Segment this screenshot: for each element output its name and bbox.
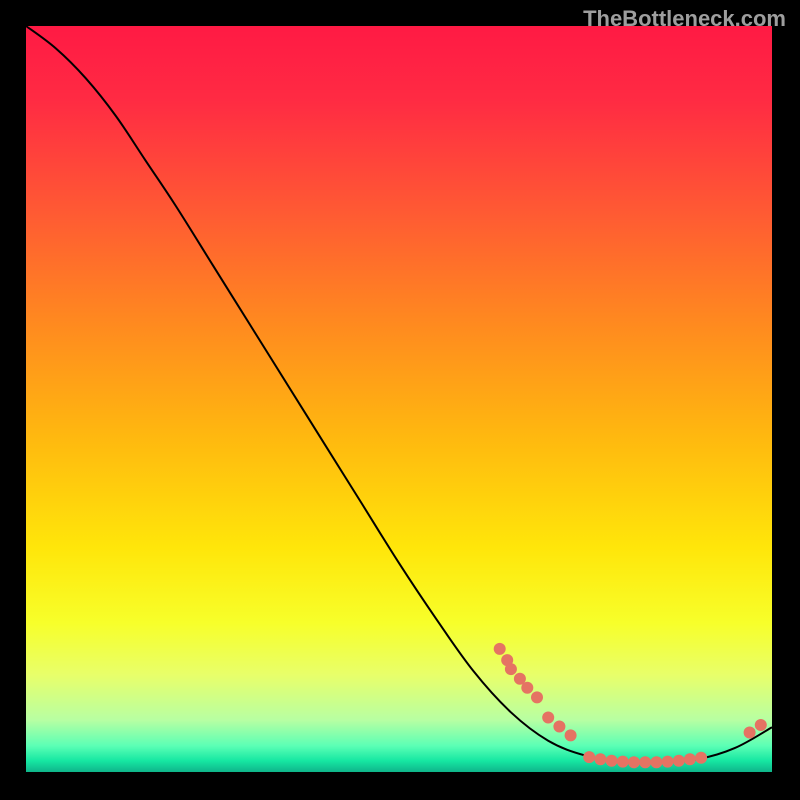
data-point <box>583 751 595 763</box>
data-point <box>617 756 629 768</box>
data-point <box>542 712 554 724</box>
gradient-background <box>26 26 772 772</box>
data-point <box>744 727 756 739</box>
data-point <box>521 682 533 694</box>
chart-stage: TheBottleneck.com <box>0 0 800 800</box>
data-point <box>531 691 543 703</box>
data-point <box>650 756 662 768</box>
watermark-label: TheBottleneck.com <box>583 6 786 32</box>
data-point <box>662 756 674 768</box>
data-point <box>553 721 565 733</box>
data-point <box>673 755 685 767</box>
data-point <box>565 729 577 741</box>
data-point <box>494 643 506 655</box>
data-point <box>695 752 707 764</box>
data-point <box>755 719 767 731</box>
data-point <box>684 753 696 765</box>
data-point <box>639 756 651 768</box>
data-point <box>594 753 606 765</box>
data-point <box>606 755 618 767</box>
data-point <box>628 756 640 768</box>
data-point <box>505 663 517 675</box>
bottleneck-chart <box>0 0 800 800</box>
